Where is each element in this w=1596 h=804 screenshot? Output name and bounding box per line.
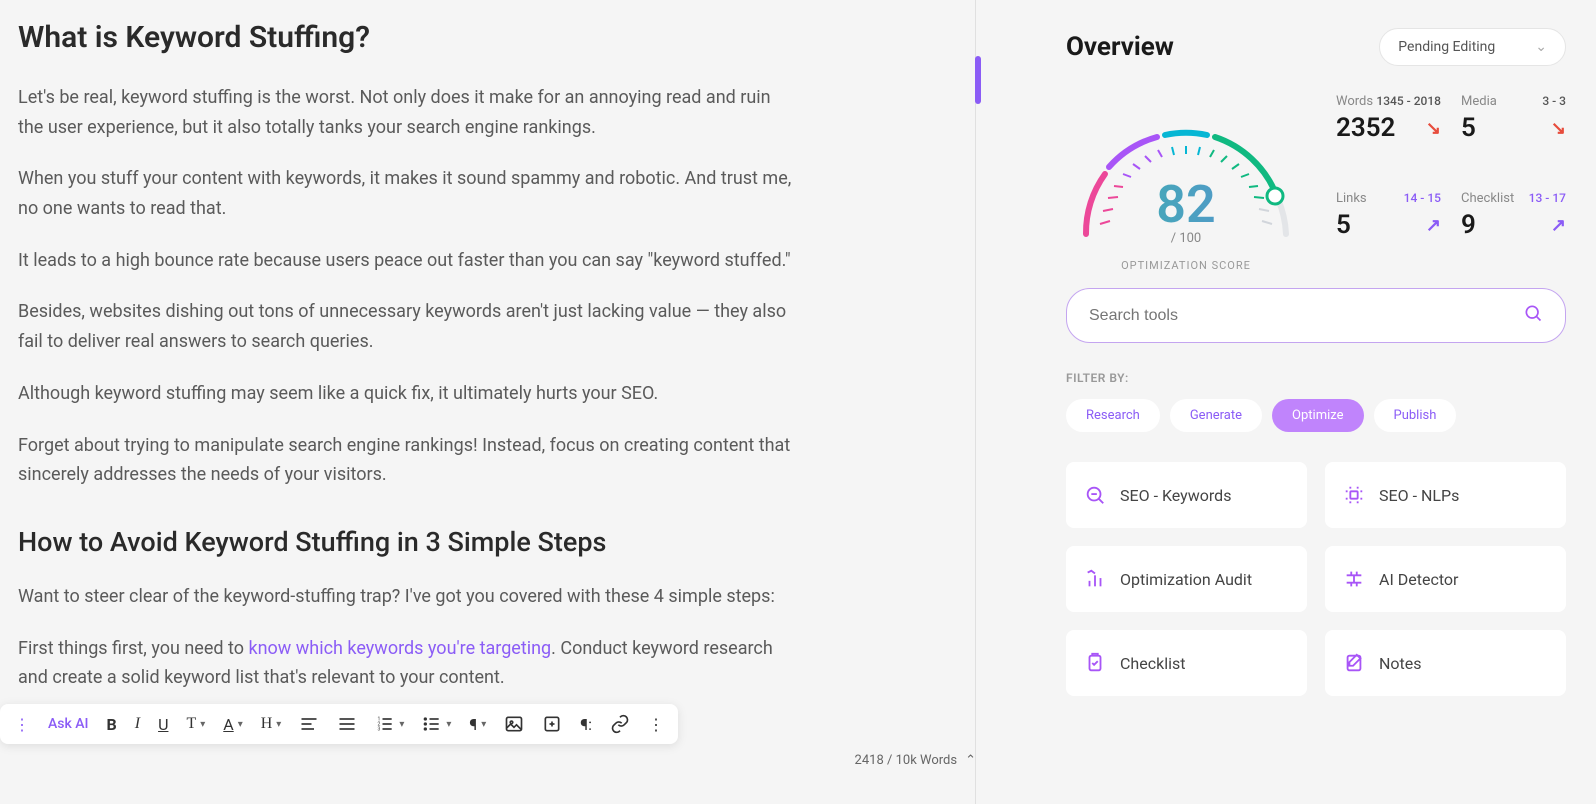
- notes-icon: [1343, 652, 1365, 674]
- status-dropdown[interactable]: Pending Editing ⌄: [1379, 28, 1566, 66]
- stat-value: 2352: [1336, 113, 1395, 143]
- editor-pane: What is Keyword Stuffing? Let's be real,…: [0, 0, 1036, 804]
- paragraph[interactable]: Forget about trying to manipulate search…: [18, 431, 798, 490]
- tool-optimization-audit[interactable]: Optimization Audit: [1066, 546, 1307, 612]
- tool-label: SEO - Keywords: [1120, 486, 1231, 505]
- stat-value: 5: [1336, 210, 1351, 240]
- underline-button[interactable]: U: [158, 715, 168, 734]
- filter-pill-generate[interactable]: Generate: [1170, 399, 1262, 432]
- paragraph[interactable]: Although keyword stuffing may seem like …: [18, 379, 798, 409]
- stat-media: Media 3 - 3 5 ↘: [1461, 94, 1566, 161]
- arrow-down-icon: ↘: [1551, 118, 1566, 139]
- align-left-button[interactable]: [299, 714, 319, 734]
- paragraph[interactable]: When you stuff your content with keyword…: [18, 164, 798, 223]
- paragraph[interactable]: Let's be real, keyword stuffing is the w…: [18, 83, 798, 142]
- gauge: 82 / 100 OPTIMIZATION SCORE: [1066, 94, 1306, 258]
- text: First things first, you need to: [18, 638, 248, 659]
- ai-icon: [1343, 568, 1365, 590]
- more-button[interactable]: ⋮: [648, 715, 664, 734]
- stat-checklist: Checklist 13 - 17 9 ↗: [1461, 191, 1566, 258]
- tool-label: SEO - NLPs: [1379, 486, 1459, 505]
- pilcrow-button[interactable]: ¶:: [580, 715, 592, 734]
- tool-ai-detector[interactable]: AI Detector: [1325, 546, 1566, 612]
- italic-button[interactable]: I: [135, 715, 140, 733]
- paragraph[interactable]: Besides, websites dishing out tons of un…: [18, 297, 798, 356]
- toolbar-handle-icon[interactable]: ⋮: [14, 715, 30, 734]
- stat-range: 13 - 17: [1529, 191, 1566, 206]
- stat-label: Words: [1336, 94, 1373, 109]
- editor-link[interactable]: know which keywords you're targeting: [248, 638, 551, 659]
- heading-2[interactable]: How to Avoid Keyword Stuffing in 3 Simpl…: [18, 526, 976, 558]
- search-tools[interactable]: [1066, 288, 1566, 343]
- overview-stats: 82 / 100 OPTIMIZATION SCORE Words1345 - …: [1066, 94, 1566, 258]
- nlp-icon: [1343, 484, 1365, 506]
- filter-label: FILTER BY:: [1066, 371, 1566, 385]
- ask-ai-button[interactable]: Ask AI: [48, 716, 89, 732]
- align-justify-button[interactable]: [337, 714, 357, 734]
- tool-label: Checklist: [1120, 654, 1185, 673]
- stat-value: 9: [1461, 210, 1476, 240]
- stats-grid: Words1345 - 2018 2352 ↘ Media 3 - 3 5 ↘ Lin…: [1336, 94, 1566, 258]
- tool-label: AI Detector: [1379, 570, 1458, 589]
- score-label: OPTIMIZATION SCORE: [1066, 259, 1306, 272]
- font-color-button[interactable]: A▾: [223, 715, 242, 734]
- editor-content[interactable]: What is Keyword Stuffing? Let's be real,…: [18, 20, 976, 693]
- checklist-icon: [1084, 652, 1106, 674]
- status-label: Pending Editing: [1398, 39, 1495, 55]
- stat-words: Words1345 - 2018 2352 ↘: [1336, 94, 1441, 161]
- tool-seo-nlp[interactable]: SEO - NLPs: [1325, 462, 1566, 528]
- stat-range: 3 - 3: [1542, 94, 1566, 109]
- stat-value: 5: [1461, 113, 1476, 143]
- overview-title: Overview: [1066, 32, 1174, 62]
- paragraph[interactable]: It leads to a high bounce rate because u…: [18, 246, 798, 276]
- svg-text:3: 3: [378, 727, 381, 733]
- tool-checklist[interactable]: Checklist: [1066, 630, 1307, 696]
- arrow-up-icon: ↗: [1426, 215, 1441, 236]
- ordered-list-button[interactable]: 123▾: [375, 714, 404, 734]
- tools-grid: SEO - Keywords SEO - NLPs Optimization A…: [1066, 462, 1566, 696]
- search-input[interactable]: [1089, 307, 1523, 325]
- image-button[interactable]: [504, 714, 524, 734]
- tool-notes[interactable]: Notes: [1325, 630, 1566, 696]
- arrow-up-icon: ↗: [1551, 215, 1566, 236]
- scroll-indicator[interactable]: [975, 56, 981, 104]
- filter-pill-optimize[interactable]: Optimize: [1272, 399, 1363, 432]
- filter-pill-publish[interactable]: Publish: [1374, 399, 1457, 432]
- sidebar-header: Overview Pending Editing ⌄: [1066, 28, 1566, 66]
- pane-divider: [975, 0, 976, 804]
- score-value: 82: [1066, 179, 1306, 231]
- word-counter-text: 2418 / 10k Words: [855, 753, 958, 768]
- word-counter[interactable]: 2418 / 10k Words ⌃: [855, 753, 976, 768]
- stat-label: Links: [1336, 191, 1367, 206]
- stat-label: Checklist: [1461, 191, 1514, 206]
- text-style-button[interactable]: T▾: [186, 715, 205, 733]
- stat-range: 14 - 15: [1404, 191, 1441, 206]
- paragraph[interactable]: Want to steer clear of the keyword-stuff…: [18, 582, 798, 612]
- sidebar: Overview Pending Editing ⌄ 82: [1036, 0, 1596, 804]
- heading-1[interactable]: What is Keyword Stuffing?: [18, 20, 976, 55]
- paragraph[interactable]: First things first, you need to know whi…: [18, 634, 798, 693]
- search-icon: [1523, 303, 1543, 328]
- audit-icon: [1084, 568, 1106, 590]
- unordered-list-button[interactable]: ▾: [422, 714, 451, 734]
- arrow-down-icon: ↘: [1426, 118, 1441, 139]
- insert-button[interactable]: [542, 714, 562, 734]
- score-denom: / 100: [1066, 231, 1306, 246]
- paragraph-button[interactable]: ¶▾: [469, 715, 486, 734]
- stat-range: 1345 - 2018: [1376, 94, 1441, 109]
- heading-button[interactable]: H▾: [261, 715, 282, 733]
- chevron-down-icon: ⌄: [1535, 39, 1547, 55]
- bold-button[interactable]: B: [107, 715, 117, 734]
- tool-seo-keywords[interactable]: SEO - Keywords: [1066, 462, 1307, 528]
- tool-label: Optimization Audit: [1120, 570, 1252, 589]
- keyword-icon: [1084, 484, 1106, 506]
- stat-label: Media: [1461, 94, 1497, 109]
- filter-pills: Research Generate Optimize Publish: [1066, 399, 1566, 432]
- editor-toolbar: ⋮ Ask AI B I U T▾ A▾ H▾ 123▾ ▾ ¶▾ ¶: ⋮: [0, 704, 678, 744]
- link-button[interactable]: [610, 714, 630, 734]
- filter-pill-research[interactable]: Research: [1066, 399, 1160, 432]
- stat-links: Links 14 - 15 5 ↗: [1336, 191, 1441, 258]
- tool-label: Notes: [1379, 654, 1422, 673]
